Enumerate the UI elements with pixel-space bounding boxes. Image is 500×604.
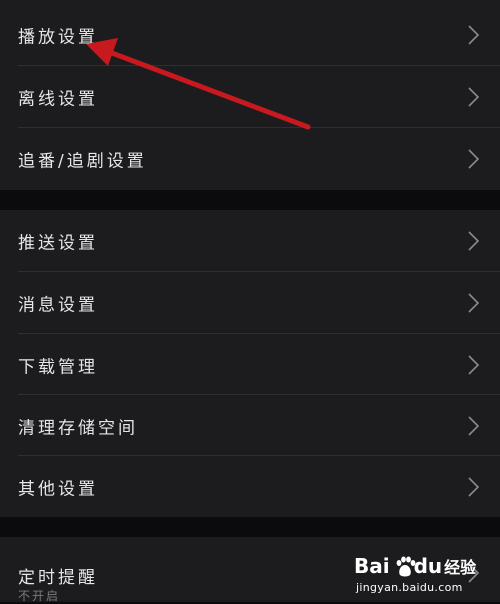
settings-item-label: 播放设置 [18,27,98,47]
settings-item-label: 推送设置 [18,233,98,253]
settings-item-label: 追番/追剧设置 [18,151,147,171]
settings-item-label: 下载管理 [18,357,98,377]
settings-item-clear-storage[interactable]: 清理存储空间 [0,395,500,456]
settings-item-label: 消息设置 [18,295,98,315]
settings-group-2: 推送设置 消息设置 下载管理 清理存储空间 其他设置 [0,210,500,517]
chevron-right-icon [468,354,480,375]
watermark-brand-bai: Bai [354,554,390,578]
watermark-brand-du: du [413,554,443,578]
settings-item-label: 定时提醒 [18,568,98,588]
settings-item-downloads[interactable]: 下载管理 [0,334,500,395]
baidu-paw-icon [396,556,416,577]
chevron-right-icon [468,24,480,45]
settings-item-label: 清理存储空间 [18,418,138,438]
chevron-right-icon [468,230,480,251]
settings-item-playback[interactable]: 播放设置 [0,4,500,65]
settings-item-label: 离线设置 [18,89,98,109]
chevron-right-icon [468,86,480,107]
chevron-right-icon [468,415,480,436]
settings-item-offline[interactable]: 离线设置 [0,66,500,127]
settings-group-1: 播放设置 离线设置 追番/追剧设置 [0,0,500,190]
settings-item-other[interactable]: 其他设置 [0,456,500,517]
watermark-brand-jingyan: 经验 [444,558,477,577]
settings-item-status: 不开启 [18,589,61,603]
settings-item-label: 其他设置 [18,479,98,499]
chevron-right-icon [468,148,480,169]
settings-item-follow-series[interactable]: 追番/追剧设置 [0,128,500,189]
chevron-right-icon [468,476,480,497]
settings-item-push[interactable]: 推送设置 [0,210,500,271]
settings-item-messages[interactable]: 消息设置 [0,272,500,333]
chevron-right-icon [468,292,480,313]
watermark-url: jingyan.baidu.com [356,581,463,594]
baidu-jingyan-watermark: Bai du 经验 jingyan.baidu.com [354,554,494,598]
